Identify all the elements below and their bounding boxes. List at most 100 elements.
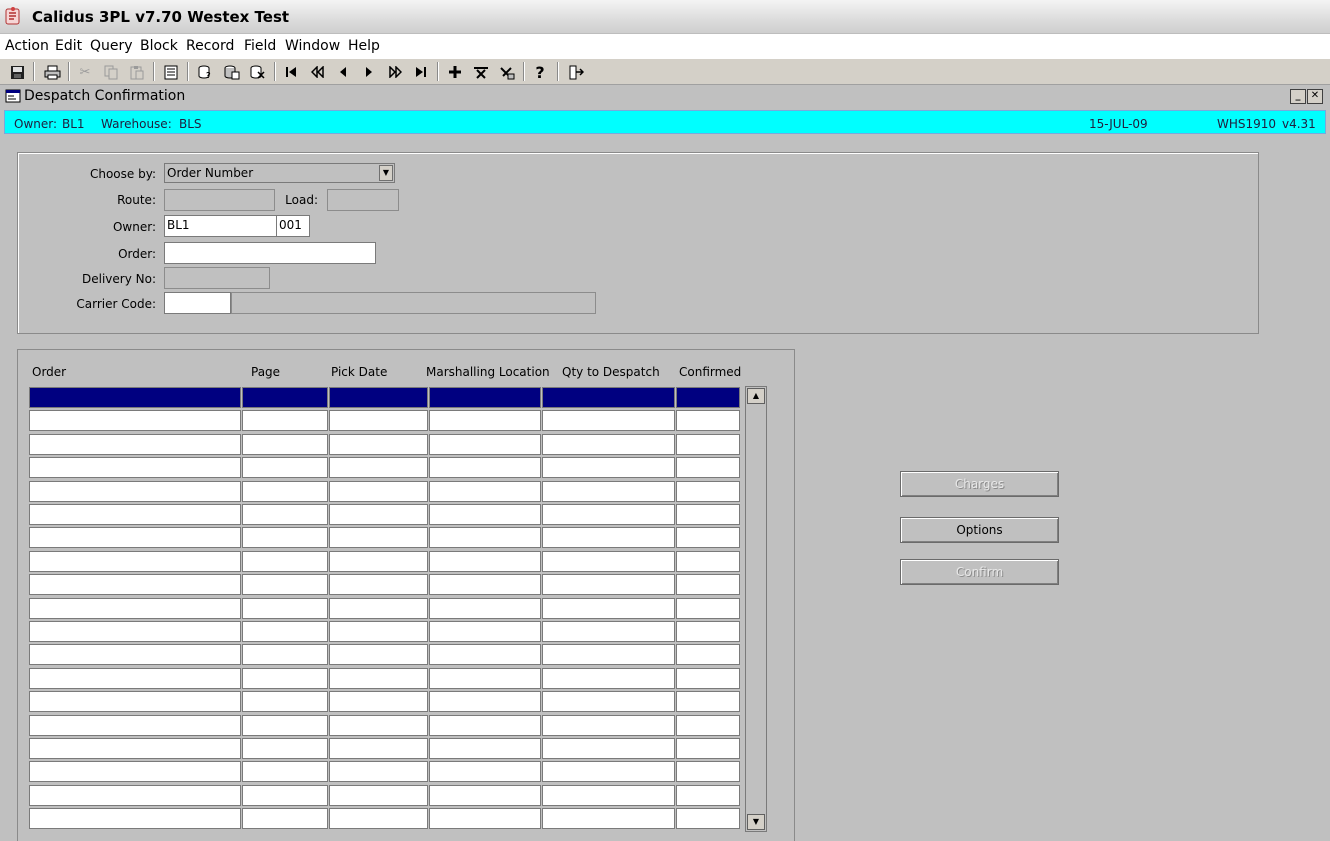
table-cell[interactable] bbox=[429, 457, 541, 478]
menu-field[interactable]: Field bbox=[244, 38, 276, 54]
table-cell[interactable] bbox=[242, 387, 328, 408]
last-record-icon[interactable] bbox=[411, 62, 431, 82]
print-icon[interactable] bbox=[42, 62, 62, 82]
table-cell[interactable] bbox=[29, 598, 241, 619]
table-cell[interactable] bbox=[29, 691, 241, 712]
table-cell[interactable] bbox=[242, 761, 328, 782]
table-cell[interactable] bbox=[329, 504, 428, 525]
table-cell[interactable] bbox=[542, 598, 675, 619]
table-cell[interactable] bbox=[329, 621, 428, 642]
table-cell[interactable] bbox=[429, 410, 541, 431]
charges-button[interactable]: Charges bbox=[900, 471, 1059, 497]
table-cell[interactable] bbox=[329, 598, 428, 619]
menu-help[interactable]: Help bbox=[348, 38, 380, 54]
clear-record-icon[interactable] bbox=[497, 62, 517, 82]
table-cell[interactable] bbox=[29, 644, 241, 665]
table-cell[interactable] bbox=[29, 668, 241, 689]
table-cell[interactable] bbox=[29, 808, 241, 829]
table-cell[interactable] bbox=[676, 715, 740, 736]
table-cell[interactable] bbox=[542, 410, 675, 431]
table-cell[interactable] bbox=[29, 527, 241, 548]
close-button[interactable]: ✕ bbox=[1307, 89, 1323, 104]
table-cell[interactable] bbox=[676, 668, 740, 689]
table-cell[interactable] bbox=[242, 457, 328, 478]
table-cell[interactable] bbox=[676, 761, 740, 782]
table-cell[interactable] bbox=[676, 457, 740, 478]
table-cell[interactable] bbox=[329, 481, 428, 502]
table-cell[interactable] bbox=[29, 504, 241, 525]
table-cell[interactable] bbox=[242, 434, 328, 455]
table-cell[interactable] bbox=[429, 785, 541, 806]
table-cell[interactable] bbox=[676, 785, 740, 806]
table-cell[interactable] bbox=[242, 785, 328, 806]
table-cell[interactable] bbox=[542, 644, 675, 665]
table-cell[interactable] bbox=[542, 738, 675, 759]
table-cell[interactable] bbox=[429, 691, 541, 712]
table-cell[interactable] bbox=[329, 785, 428, 806]
table-cell[interactable] bbox=[542, 574, 675, 595]
previous-block-icon[interactable] bbox=[307, 62, 327, 82]
choose-by-select[interactable]: Order Number ▼ bbox=[164, 163, 395, 183]
help-icon[interactable]: ? bbox=[530, 62, 550, 82]
table-cell[interactable] bbox=[29, 551, 241, 572]
menu-block[interactable]: Block bbox=[140, 38, 178, 54]
table-cell[interactable] bbox=[542, 808, 675, 829]
table-cell[interactable] bbox=[29, 574, 241, 595]
table-cell[interactable] bbox=[542, 691, 675, 712]
cancel-query-icon[interactable] bbox=[247, 62, 267, 82]
table-cell[interactable] bbox=[542, 527, 675, 548]
first-record-icon[interactable] bbox=[281, 62, 301, 82]
table-cell[interactable] bbox=[29, 387, 241, 408]
list-icon[interactable] bbox=[161, 62, 181, 82]
menu-record[interactable]: Record bbox=[186, 38, 234, 54]
table-cell[interactable] bbox=[29, 481, 241, 502]
table-cell[interactable] bbox=[542, 551, 675, 572]
table-cell[interactable] bbox=[429, 808, 541, 829]
table-cell[interactable] bbox=[329, 691, 428, 712]
table-cell[interactable] bbox=[329, 457, 428, 478]
table-cell[interactable] bbox=[242, 738, 328, 759]
next-block-icon[interactable] bbox=[385, 62, 405, 82]
table-cell[interactable] bbox=[429, 761, 541, 782]
insert-record-icon[interactable] bbox=[445, 62, 465, 82]
table-cell[interactable] bbox=[676, 738, 740, 759]
table-cell[interactable] bbox=[242, 668, 328, 689]
table-cell[interactable] bbox=[242, 715, 328, 736]
table-cell[interactable] bbox=[676, 598, 740, 619]
save-icon[interactable] bbox=[7, 62, 27, 82]
carrier-code-field[interactable] bbox=[164, 292, 231, 314]
owner-code-field[interactable]: 001 bbox=[276, 215, 310, 237]
table-cell[interactable] bbox=[242, 410, 328, 431]
table-cell[interactable] bbox=[429, 551, 541, 572]
table-cell[interactable] bbox=[676, 387, 740, 408]
table-cell[interactable] bbox=[329, 761, 428, 782]
table-cell[interactable] bbox=[542, 457, 675, 478]
table-cell[interactable] bbox=[329, 644, 428, 665]
next-record-icon[interactable] bbox=[359, 62, 379, 82]
table-cell[interactable] bbox=[29, 715, 241, 736]
table-cell[interactable] bbox=[29, 785, 241, 806]
table-cell[interactable] bbox=[329, 808, 428, 829]
delivery-no-field[interactable] bbox=[164, 267, 270, 289]
table-cell[interactable] bbox=[329, 527, 428, 548]
table-cell[interactable] bbox=[429, 481, 541, 502]
table-cell[interactable] bbox=[429, 598, 541, 619]
copy-icon[interactable] bbox=[101, 62, 121, 82]
table-cell[interactable] bbox=[676, 644, 740, 665]
confirm-button[interactable]: Confirm bbox=[900, 559, 1059, 585]
previous-record-icon[interactable] bbox=[333, 62, 353, 82]
table-cell[interactable] bbox=[429, 738, 541, 759]
table-cell[interactable] bbox=[676, 574, 740, 595]
table-cell[interactable] bbox=[429, 434, 541, 455]
table-cell[interactable] bbox=[676, 691, 740, 712]
delete-record-icon[interactable] bbox=[471, 62, 491, 82]
options-button[interactable]: Options bbox=[900, 517, 1059, 543]
table-cell[interactable] bbox=[329, 551, 428, 572]
table-cell[interactable] bbox=[329, 387, 428, 408]
table-cell[interactable] bbox=[429, 621, 541, 642]
table-cell[interactable] bbox=[542, 621, 675, 642]
enter-query-icon[interactable]: ? bbox=[195, 62, 215, 82]
execute-query-icon[interactable] bbox=[221, 62, 241, 82]
table-cell[interactable] bbox=[542, 481, 675, 502]
table-cell[interactable] bbox=[29, 761, 241, 782]
